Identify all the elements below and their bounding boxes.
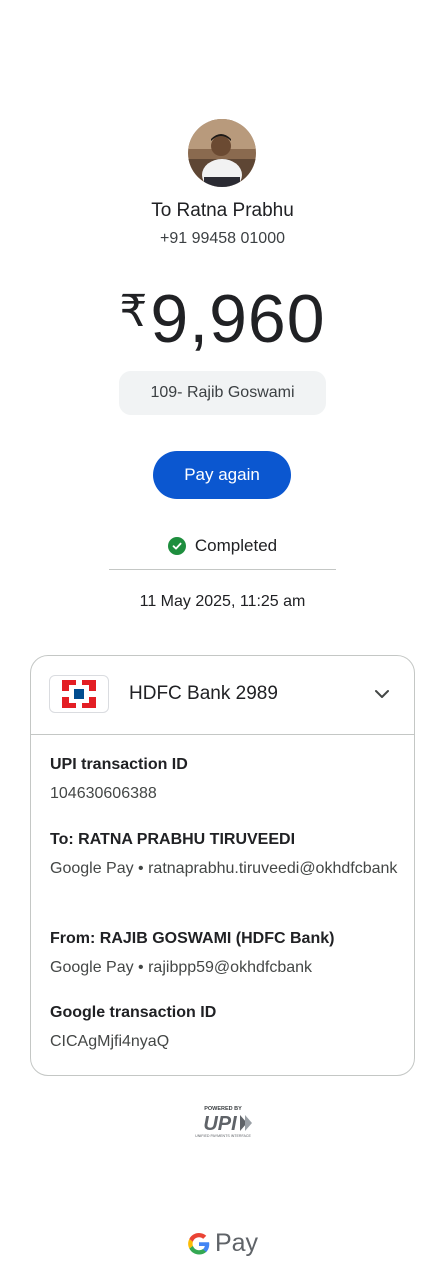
upi-logo: POWERED BY UPI UNIFIED PAYMENTS INTERFAC… xyxy=(190,1103,256,1139)
bank-account-header[interactable]: HDFC Bank 2989 xyxy=(31,656,414,735)
amount-value: 9,960 xyxy=(150,281,326,357)
status-row: Completed xyxy=(0,536,445,556)
payee-name: To Ratna Prabhu xyxy=(151,200,294,221)
google-pay-logo: Pay xyxy=(0,1229,445,1258)
transaction-details-card: HDFC Bank 2989 UPI transaction ID 104630… xyxy=(30,655,415,1076)
recipient-upi-id: Google Pay • ratnaprabhu.tiruveedi@okhdf… xyxy=(50,860,398,877)
google-pay-label: Pay xyxy=(214,1229,259,1257)
payment-note-text: 109- Rajib Goswami xyxy=(150,384,295,401)
sender-label: From: RAJIB GOSWAMI (HDFC Bank) xyxy=(50,930,335,947)
upi-transaction-id-value: 104630606388 xyxy=(50,785,157,802)
payee-avatar xyxy=(188,119,256,187)
payment-note: 109- Rajib Goswami xyxy=(119,371,326,415)
pay-again-button[interactable]: Pay again xyxy=(153,451,291,499)
pay-again-label: Pay again xyxy=(184,465,260,484)
currency-symbol: ₹ xyxy=(119,287,149,336)
google-g-icon xyxy=(188,1232,210,1254)
status-label: Completed xyxy=(194,536,278,555)
check-circle-icon xyxy=(167,537,186,555)
sender-section: From: RAJIB GOSWAMI (HDFC Bank) Google P… xyxy=(50,930,400,980)
payment-amount: ₹9,960 xyxy=(0,272,445,359)
bank-account-name: HDFC Bank 2989 xyxy=(129,683,278,704)
recipient-label: To: RATNA PRABHU TIRUVEEDI xyxy=(50,831,296,848)
upi-transaction-id-label: UPI transaction ID xyxy=(50,756,188,773)
chevron-down-icon[interactable] xyxy=(372,684,392,704)
transaction-datetime: 11 May 2025, 11:25 am xyxy=(139,593,306,610)
upi-powered-by-text: POWERED BY xyxy=(204,1106,242,1112)
upi-transaction-id-section: UPI transaction ID 104630606388 xyxy=(50,756,400,806)
payee-phone: +91 99458 01000 xyxy=(159,230,285,247)
google-transaction-id-section: Google transaction ID CICAgMjfi4nyaQ xyxy=(50,1004,400,1054)
google-transaction-id-value: CICAgMjfi4nyaQ xyxy=(50,1033,170,1050)
hdfc-bank-logo-icon xyxy=(49,675,109,713)
recipient-section: To: RATNA PRABHU TIRUVEEDI Google Pay • … xyxy=(50,831,400,881)
upi-wordmark: UPI xyxy=(203,1113,237,1135)
google-transaction-id-label: Google transaction ID xyxy=(50,1004,217,1021)
sender-upi-id: Google Pay • rajibpp59@okhdfcbank xyxy=(50,959,313,976)
upi-tagline: UNIFIED PAYMENTS INTERFACE xyxy=(195,1134,251,1138)
divider xyxy=(109,569,336,570)
